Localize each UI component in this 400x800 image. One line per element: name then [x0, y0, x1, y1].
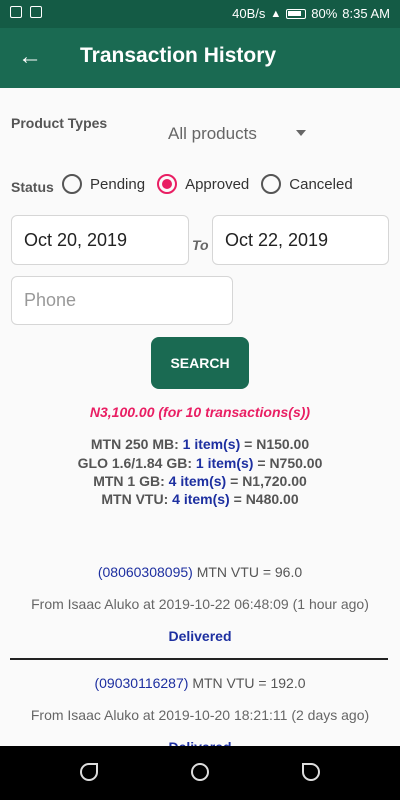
status-option-pending[interactable]: Pending: [62, 174, 145, 194]
radio-unchecked-icon: [261, 174, 282, 194]
battery-icon: [286, 8, 307, 19]
home-nav-icon[interactable]: [191, 763, 209, 781]
divider: [10, 658, 388, 660]
summary-product-name: MTN 250 MB:: [90, 436, 179, 452]
summary-amount: N750.00: [269, 455, 323, 471]
status-radio-group: Pending Approved Canceled: [62, 174, 365, 194]
product-types-label: Product Types: [11, 115, 108, 131]
status-option-label: Approved: [185, 175, 250, 193]
summary-item-count: 4 item(s): [168, 473, 227, 489]
transaction-phone: (08060308095): [97, 564, 193, 580]
transaction-origin: From Isaac Aluko at 2019-10-22 06:48:09 …: [31, 596, 369, 612]
back-arrow-icon[interactable]: ←: [18, 42, 42, 72]
summary-product-name: MTN 1 GB:: [93, 473, 165, 489]
transaction-item[interactable]: (09030116287) MTN VTU = 192.0: [0, 675, 400, 691]
radio-checked-icon: [157, 174, 178, 194]
battery-level: 80%: [311, 6, 338, 21]
summary-product-name: MTN VTU:: [101, 491, 169, 507]
date-to-field[interactable]: Oct 22, 2019: [212, 215, 389, 265]
page-title: Transaction History: [80, 44, 277, 67]
cast-icon: [10, 6, 22, 18]
summary-amount: N480.00: [245, 491, 299, 507]
date-to-label: To: [192, 237, 209, 253]
status-label: Status: [11, 179, 54, 195]
search-button[interactable]: SEARCH: [151, 337, 249, 389]
summary-item-count: 1 item(s): [182, 436, 241, 452]
summary-total: N3,100.00 (for 10 transactions(s)): [89, 404, 311, 420]
transaction-phone: (09030116287): [94, 675, 189, 691]
network-speed: 40B/s: [232, 6, 266, 21]
summary-line: MTN 1 GB: 4 item(s) = N1,720.00: [93, 473, 307, 489]
status-option-label: Pending: [90, 175, 146, 193]
date-from-value: Oct 20, 2019: [24, 229, 128, 250]
status-bar: 40B/s ▲ 80% 8:35 AM: [0, 0, 400, 28]
transaction-status: Delivered: [168, 628, 232, 644]
activity-icon: [30, 6, 42, 18]
back-nav-icon[interactable]: [80, 763, 98, 781]
product-type-value: All products: [168, 124, 257, 143]
transaction-service: MTN VTU = 192.0: [192, 675, 306, 691]
recents-nav-icon[interactable]: [302, 763, 320, 781]
summary-item-count: 1 item(s): [195, 455, 254, 471]
summary-line: GLO 1.6/1.84 GB: 1 item(s) = N750.00: [77, 455, 323, 471]
phone-placeholder: Phone: [24, 290, 77, 310]
transaction-item[interactable]: (08060308095) MTN VTU = 96.0: [0, 564, 400, 580]
system-navigation-bar: [0, 746, 400, 800]
summary-product-name: GLO 1.6/1.84 GB:: [77, 455, 192, 471]
phone-input[interactable]: Phone: [11, 276, 233, 325]
radio-unchecked-icon: [62, 174, 82, 194]
transaction-service: MTN VTU = 96.0: [196, 564, 303, 580]
summary-amount: N1,720.00: [242, 473, 307, 489]
summary-line: MTN VTU: 4 item(s) = N480.00: [101, 491, 299, 507]
product-type-dropdown[interactable]: All products: [168, 124, 318, 148]
summary-amount: N150.00: [256, 436, 310, 452]
app-bar: ← Transaction History: [0, 28, 400, 88]
status-option-approved[interactable]: Approved: [157, 174, 249, 194]
status-option-canceled[interactable]: Canceled: [261, 174, 353, 194]
date-to-value: Oct 22, 2019: [225, 229, 329, 250]
date-from-field[interactable]: Oct 20, 2019: [11, 215, 189, 265]
transaction-origin: From Isaac Aluko at 2019-10-20 18:21:11 …: [30, 707, 370, 723]
status-option-label: Canceled: [289, 175, 353, 193]
summary-item-count: 4 item(s): [172, 491, 230, 507]
dropdown-caret-icon: [296, 130, 306, 136]
clock: 8:35 AM: [342, 6, 390, 21]
wifi-icon: ▲: [270, 7, 282, 20]
summary-line: MTN 250 MB: 1 item(s) = N150.00: [90, 436, 310, 452]
